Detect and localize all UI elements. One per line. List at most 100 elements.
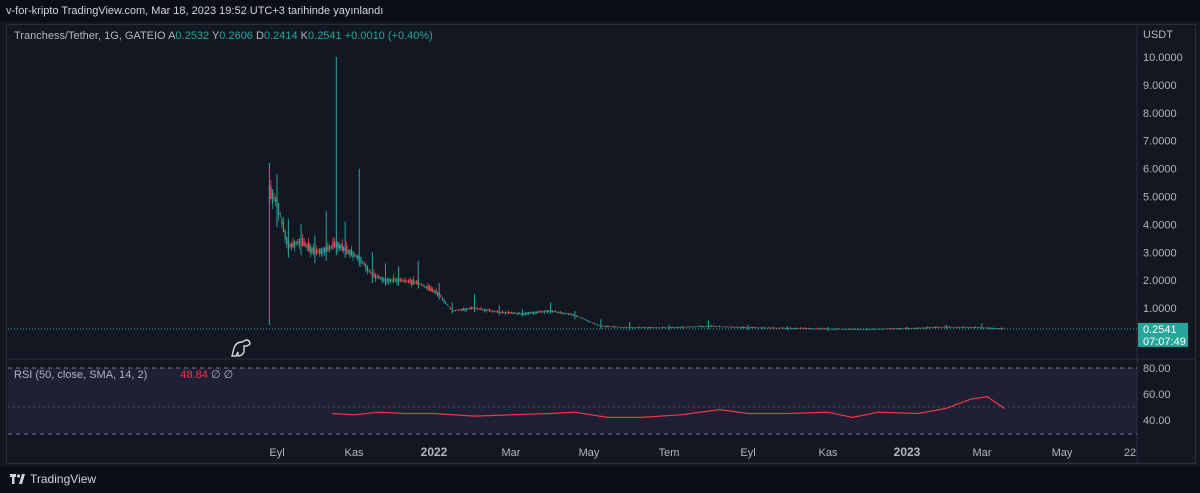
candle-body: [281, 218, 283, 225]
candle-body: [338, 243, 340, 249]
candle-body: [506, 312, 508, 314]
close-value: 0.2541: [308, 30, 342, 42]
candle-body: [684, 326, 686, 328]
time-tick-label: 22: [1124, 447, 1136, 459]
candle-body: [728, 326, 730, 328]
time-tick-label: 2022: [421, 445, 448, 459]
candle-body: [305, 244, 307, 246]
candle-body: [942, 327, 944, 328]
candle-body: [807, 328, 810, 330]
chart-canvas[interactable]: 1.0000 2.0000 3.0000 4.0000 5.0000 6.0000 7.00…: [0, 0, 1200, 493]
candle-body: [401, 279, 403, 282]
candle-body: [613, 326, 615, 328]
candle-body: [955, 326, 957, 328]
candle-body: [394, 279, 396, 281]
candle-body: [381, 276, 383, 282]
candle-body: [461, 308, 463, 311]
candle-body: [440, 295, 442, 297]
candle-body: [459, 309, 461, 311]
candle-body: [282, 221, 285, 233]
candle-body: [301, 237, 304, 246]
candle-body: [891, 328, 894, 330]
candle-body: [580, 317, 583, 319]
candle-body: [308, 242, 310, 252]
candle-body: [769, 327, 771, 329]
price-tick-label: 5.0000: [1143, 192, 1177, 204]
candle-body: [553, 311, 555, 312]
candle-body: [526, 312, 528, 315]
time-tick-label: Kas: [345, 447, 364, 459]
candle-body: [545, 310, 547, 312]
candle-body: [472, 307, 474, 309]
candle-body: [587, 320, 589, 322]
candle-body: [780, 327, 782, 329]
candle-body: [571, 314, 573, 316]
candle-body: [322, 247, 324, 254]
price-tick-label: 3.0000: [1143, 247, 1177, 259]
candle-body: [616, 326, 618, 328]
candle-body: [899, 328, 902, 330]
candle-body: [456, 310, 458, 311]
candle-body: [375, 273, 377, 280]
candle-body: [337, 241, 339, 249]
candle-body: [930, 327, 932, 329]
candle-body: [378, 276, 380, 279]
high-value: 0.2606: [219, 30, 253, 42]
candle-body: [919, 327, 921, 329]
candle-body: [671, 327, 673, 328]
candle-body: [595, 323, 597, 325]
candle-body: [286, 237, 288, 245]
candle-body: [352, 251, 354, 258]
candle-body: [482, 309, 484, 311]
brand[interactable]: TradingView: [10, 472, 96, 486]
candle-body: [424, 286, 426, 287]
candle-body: [619, 327, 621, 328]
candle-body: [467, 308, 469, 310]
candle-body: [511, 312, 513, 314]
candle-body: [528, 312, 530, 315]
candle-body: [976, 327, 978, 328]
candle-body: [294, 240, 296, 248]
candle-body: [677, 326, 680, 328]
candle-body: [532, 311, 535, 314]
candle-body: [535, 311, 538, 314]
candle-body: [478, 308, 481, 310]
candle-body: [630, 327, 632, 329]
candle-body: [742, 326, 744, 329]
candle-body: [274, 198, 277, 202]
candle-body: [487, 310, 489, 311]
candle-body: [561, 312, 563, 314]
candle-body: [662, 327, 664, 329]
candle-body: [621, 327, 623, 328]
candle-body: [366, 265, 369, 272]
rsi-value: 48.84: [180, 369, 208, 381]
rsi-legend[interactable]: RSI (50, close, SMA, 14, 2) 48.84 ∅ ∅: [14, 368, 233, 381]
candle-body: [593, 322, 595, 325]
candle-body: [647, 327, 650, 329]
candle-body: [731, 326, 733, 328]
candle-body: [624, 326, 626, 329]
symbol-legend[interactable]: Tranchess/Tether, 1G, GATEIO A0.2532 Y0.…: [14, 30, 433, 42]
candle-body: [663, 327, 665, 328]
candle-body: [761, 327, 763, 329]
candle-body: [566, 313, 568, 315]
price-tick-label: 1.0000: [1143, 303, 1177, 315]
candle-body: [632, 327, 634, 329]
candle-body: [666, 327, 669, 329]
candle-body: [987, 327, 989, 329]
candle-body: [674, 327, 676, 328]
candle-body: [480, 307, 482, 311]
candle-body: [926, 327, 929, 329]
candle-body: [717, 326, 719, 328]
candle-body: [523, 312, 525, 315]
candle-body: [966, 327, 969, 328]
candle-body: [412, 279, 414, 285]
countdown-label: 07:07:49: [1143, 336, 1186, 348]
candle-body: [936, 326, 938, 328]
candle-body: [888, 328, 890, 330]
candle-body: [320, 248, 322, 254]
candle-body: [543, 310, 545, 313]
price-tick-label: 8.0000: [1143, 108, 1177, 120]
candle-body: [355, 255, 357, 257]
candle-body: [753, 327, 755, 329]
